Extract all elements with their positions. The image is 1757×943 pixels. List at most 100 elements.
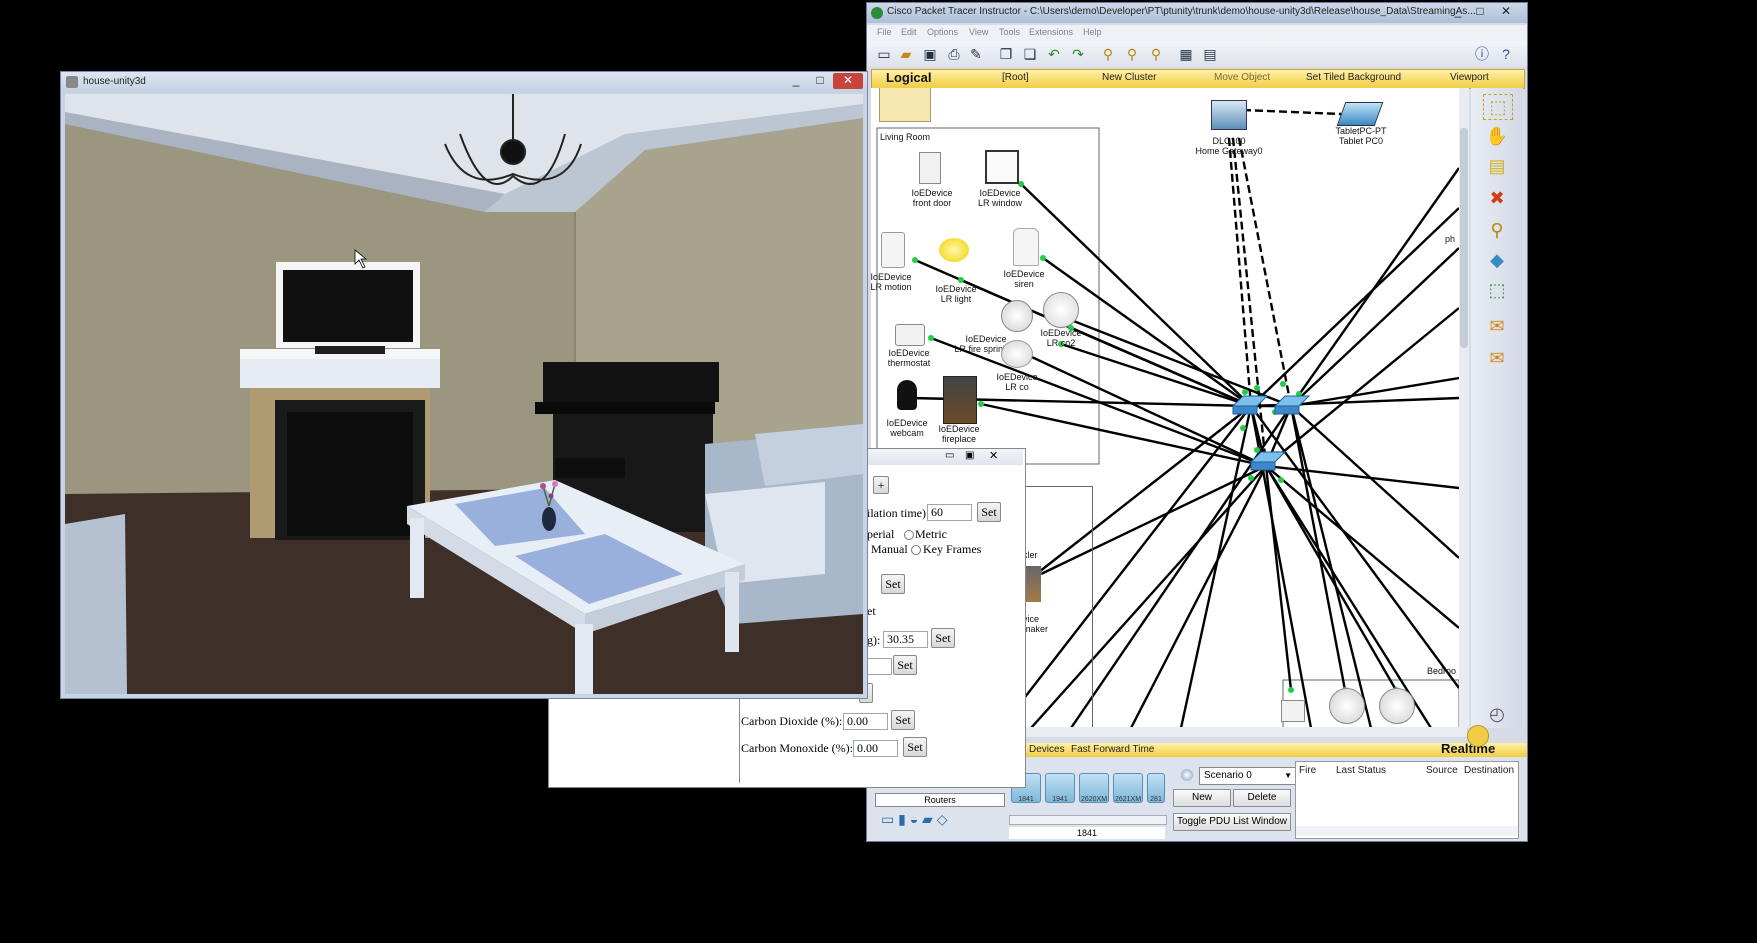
- print-icon[interactable]: ⎙: [945, 45, 963, 63]
- open-folder-icon[interactable]: ▰: [897, 45, 915, 63]
- carbon-dioxide-input[interactable]: 0.00: [843, 713, 888, 730]
- palette-icon[interactable]: ▦: [1177, 45, 1195, 63]
- partial-input[interactable]: [867, 658, 892, 675]
- menu-file[interactable]: File: [877, 27, 892, 37]
- menu-extensions[interactable]: Extensions: [1029, 27, 1073, 37]
- realtime-clock-icon[interactable]: ◴: [1483, 702, 1511, 726]
- temperature-set-button[interactable]: Set: [931, 628, 955, 648]
- zoom-reset-icon[interactable]: ⚲: [1123, 45, 1141, 63]
- save-icon[interactable]: ▣: [921, 45, 939, 63]
- new-scenario-button[interactable]: New: [1173, 789, 1231, 807]
- siren-icon[interactable]: [1013, 228, 1039, 266]
- resize-shape-icon[interactable]: ⬚: [1483, 278, 1511, 302]
- custom-device-icon[interactable]: ▤: [1201, 45, 1219, 63]
- realtime-clock-icon[interactable]: [1467, 725, 1489, 747]
- nav-root[interactable]: [Root]: [1002, 72, 1029, 83]
- note-tool-icon[interactable]: ▤: [1483, 154, 1511, 178]
- config-minimize-button[interactable]: ▭: [945, 450, 954, 461]
- delete-scenario-button[interactable]: Delete: [1233, 789, 1291, 807]
- copy-icon[interactable]: ❐: [997, 45, 1015, 63]
- fireplace-icon[interactable]: [943, 376, 977, 424]
- key-frames-radio-label[interactable]: Key Frames: [923, 542, 981, 557]
- metric-radio[interactable]: [904, 530, 914, 540]
- hand-tool-icon[interactable]: ✋: [1483, 124, 1511, 148]
- unity-minimize-button[interactable]: _: [785, 73, 807, 89]
- router-2620xm-item[interactable]: 2620XM: [1079, 773, 1109, 803]
- fire-sprinkler-icon[interactable]: [1001, 300, 1033, 332]
- simulation-time-set-button[interactable]: Set: [977, 502, 1001, 522]
- fast-forward-time-button[interactable]: Fast Forward Time: [1071, 744, 1154, 755]
- device-list-scrollbar[interactable]: [1009, 815, 1167, 825]
- canvas-horizontal-scrollbar[interactable]: [1017, 727, 1467, 737]
- menu-options[interactable]: Options: [927, 27, 958, 37]
- manual-radio-label[interactable]: Manual: [871, 542, 908, 557]
- menu-tools[interactable]: Tools: [999, 27, 1020, 37]
- paste-icon[interactable]: ❏: [1021, 45, 1039, 63]
- partial-set-button[interactable]: Set: [893, 655, 917, 675]
- menu-help[interactable]: Help: [1083, 27, 1102, 37]
- home-gateway-icon[interactable]: [1211, 100, 1247, 130]
- config-maximize-button[interactable]: ▣: [965, 450, 974, 461]
- nav-new-cluster[interactable]: New Cluster: [1102, 72, 1156, 83]
- zoom-out-icon[interactable]: ⚲: [1147, 45, 1165, 63]
- zoom-in-icon[interactable]: ⚲: [1099, 45, 1117, 63]
- window-icon[interactable]: [985, 150, 1019, 184]
- co2-detector-icon[interactable]: [1043, 292, 1079, 328]
- scenario-select[interactable]: Scenario 0 ▼: [1199, 767, 1297, 785]
- motion-sensor-icon[interactable]: [881, 232, 905, 268]
- toggle-pdu-list-button[interactable]: Toggle PDU List Window: [1173, 813, 1291, 831]
- set-button-1[interactable]: Set: [881, 574, 905, 594]
- info-icon[interactable]: ⓘ: [1473, 45, 1491, 63]
- router-2621xm-item[interactable]: 2621XM: [1113, 773, 1143, 803]
- inspect-tool-icon[interactable]: ⚲: [1483, 218, 1511, 242]
- 3d-living-room-viewport[interactable]: [65, 94, 863, 694]
- nav-viewport[interactable]: Viewport: [1450, 72, 1489, 83]
- device-category-icons[interactable]: ▭ ▮ ◒ ▰ ◇: [881, 811, 1001, 831]
- canvas-vertical-scrollbar[interactable]: [1459, 88, 1469, 728]
- add-button[interactable]: +: [873, 476, 889, 494]
- simulation-time-input[interactable]: 60: [927, 504, 972, 521]
- nav-move-object[interactable]: Move Object: [1214, 72, 1270, 83]
- unity-maximize-button[interactable]: □: [809, 73, 831, 89]
- router-1941-item[interactable]: 1941: [1045, 773, 1075, 803]
- nav-set-tiled-background[interactable]: Set Tiled Background: [1306, 72, 1401, 83]
- add-simple-pdu-icon[interactable]: ✉: [1483, 314, 1511, 338]
- pt-titlebar[interactable]: Cisco Packet Tracer Instructor - C:\User…: [867, 3, 1527, 23]
- select-tool-icon[interactable]: ⬚: [1483, 94, 1513, 120]
- menu-edit[interactable]: Edit: [901, 27, 917, 37]
- activity-wizard-icon[interactable]: ✎: [967, 45, 985, 63]
- minimize-button[interactable]: _: [1447, 4, 1469, 20]
- temperature-input[interactable]: 30.35: [883, 631, 928, 648]
- light-bulb-icon[interactable]: [939, 238, 969, 262]
- tab-logical[interactable]: Logical: [886, 70, 932, 85]
- close-button[interactable]: ✕: [1495, 4, 1517, 20]
- pdu-list-scrollbar[interactable]: [1296, 826, 1518, 836]
- vertical-scroll-thumb[interactable]: [1460, 128, 1468, 348]
- bedroom-sprinkler-icon[interactable]: [1329, 688, 1365, 724]
- config-close-button[interactable]: ✕: [989, 449, 998, 462]
- router-281-item[interactable]: 281: [1147, 773, 1165, 803]
- delete-tool-icon[interactable]: ✖: [1483, 186, 1511, 210]
- carbon-monoxide-input[interactable]: 0.00: [853, 740, 898, 757]
- door-icon[interactable]: [919, 152, 941, 184]
- coffee-maker-icon[interactable]: [1025, 566, 1041, 602]
- bedroom-thermostat-icon[interactable]: [1281, 700, 1305, 722]
- imperial-radio-label[interactable]: perial: [867, 527, 894, 542]
- draw-shape-icon[interactable]: ◆: [1483, 248, 1511, 272]
- undo-icon[interactable]: ↶: [1045, 45, 1063, 63]
- key-frames-radio[interactable]: [911, 545, 921, 555]
- help-icon[interactable]: ?: [1497, 45, 1515, 63]
- metric-radio-label[interactable]: Metric: [915, 527, 947, 542]
- reset-partial-label[interactable]: et: [867, 604, 876, 619]
- carbon-monoxide-set-button[interactable]: Set: [903, 737, 927, 757]
- redo-icon[interactable]: ↷: [1069, 45, 1087, 63]
- realtime-mode-tab[interactable]: Realtime: [1441, 741, 1495, 756]
- menu-view[interactable]: View: [969, 27, 988, 37]
- webcam-icon[interactable]: [897, 380, 917, 410]
- add-complex-pdu-icon[interactable]: ✉: [1483, 346, 1511, 370]
- navigation-panel-icon[interactable]: [879, 88, 931, 122]
- co-detector-icon[interactable]: [1001, 340, 1033, 368]
- maximize-button[interactable]: □: [1469, 4, 1491, 20]
- thermostat-icon[interactable]: [895, 324, 925, 346]
- bedroom-detector-icon[interactable]: [1379, 688, 1415, 724]
